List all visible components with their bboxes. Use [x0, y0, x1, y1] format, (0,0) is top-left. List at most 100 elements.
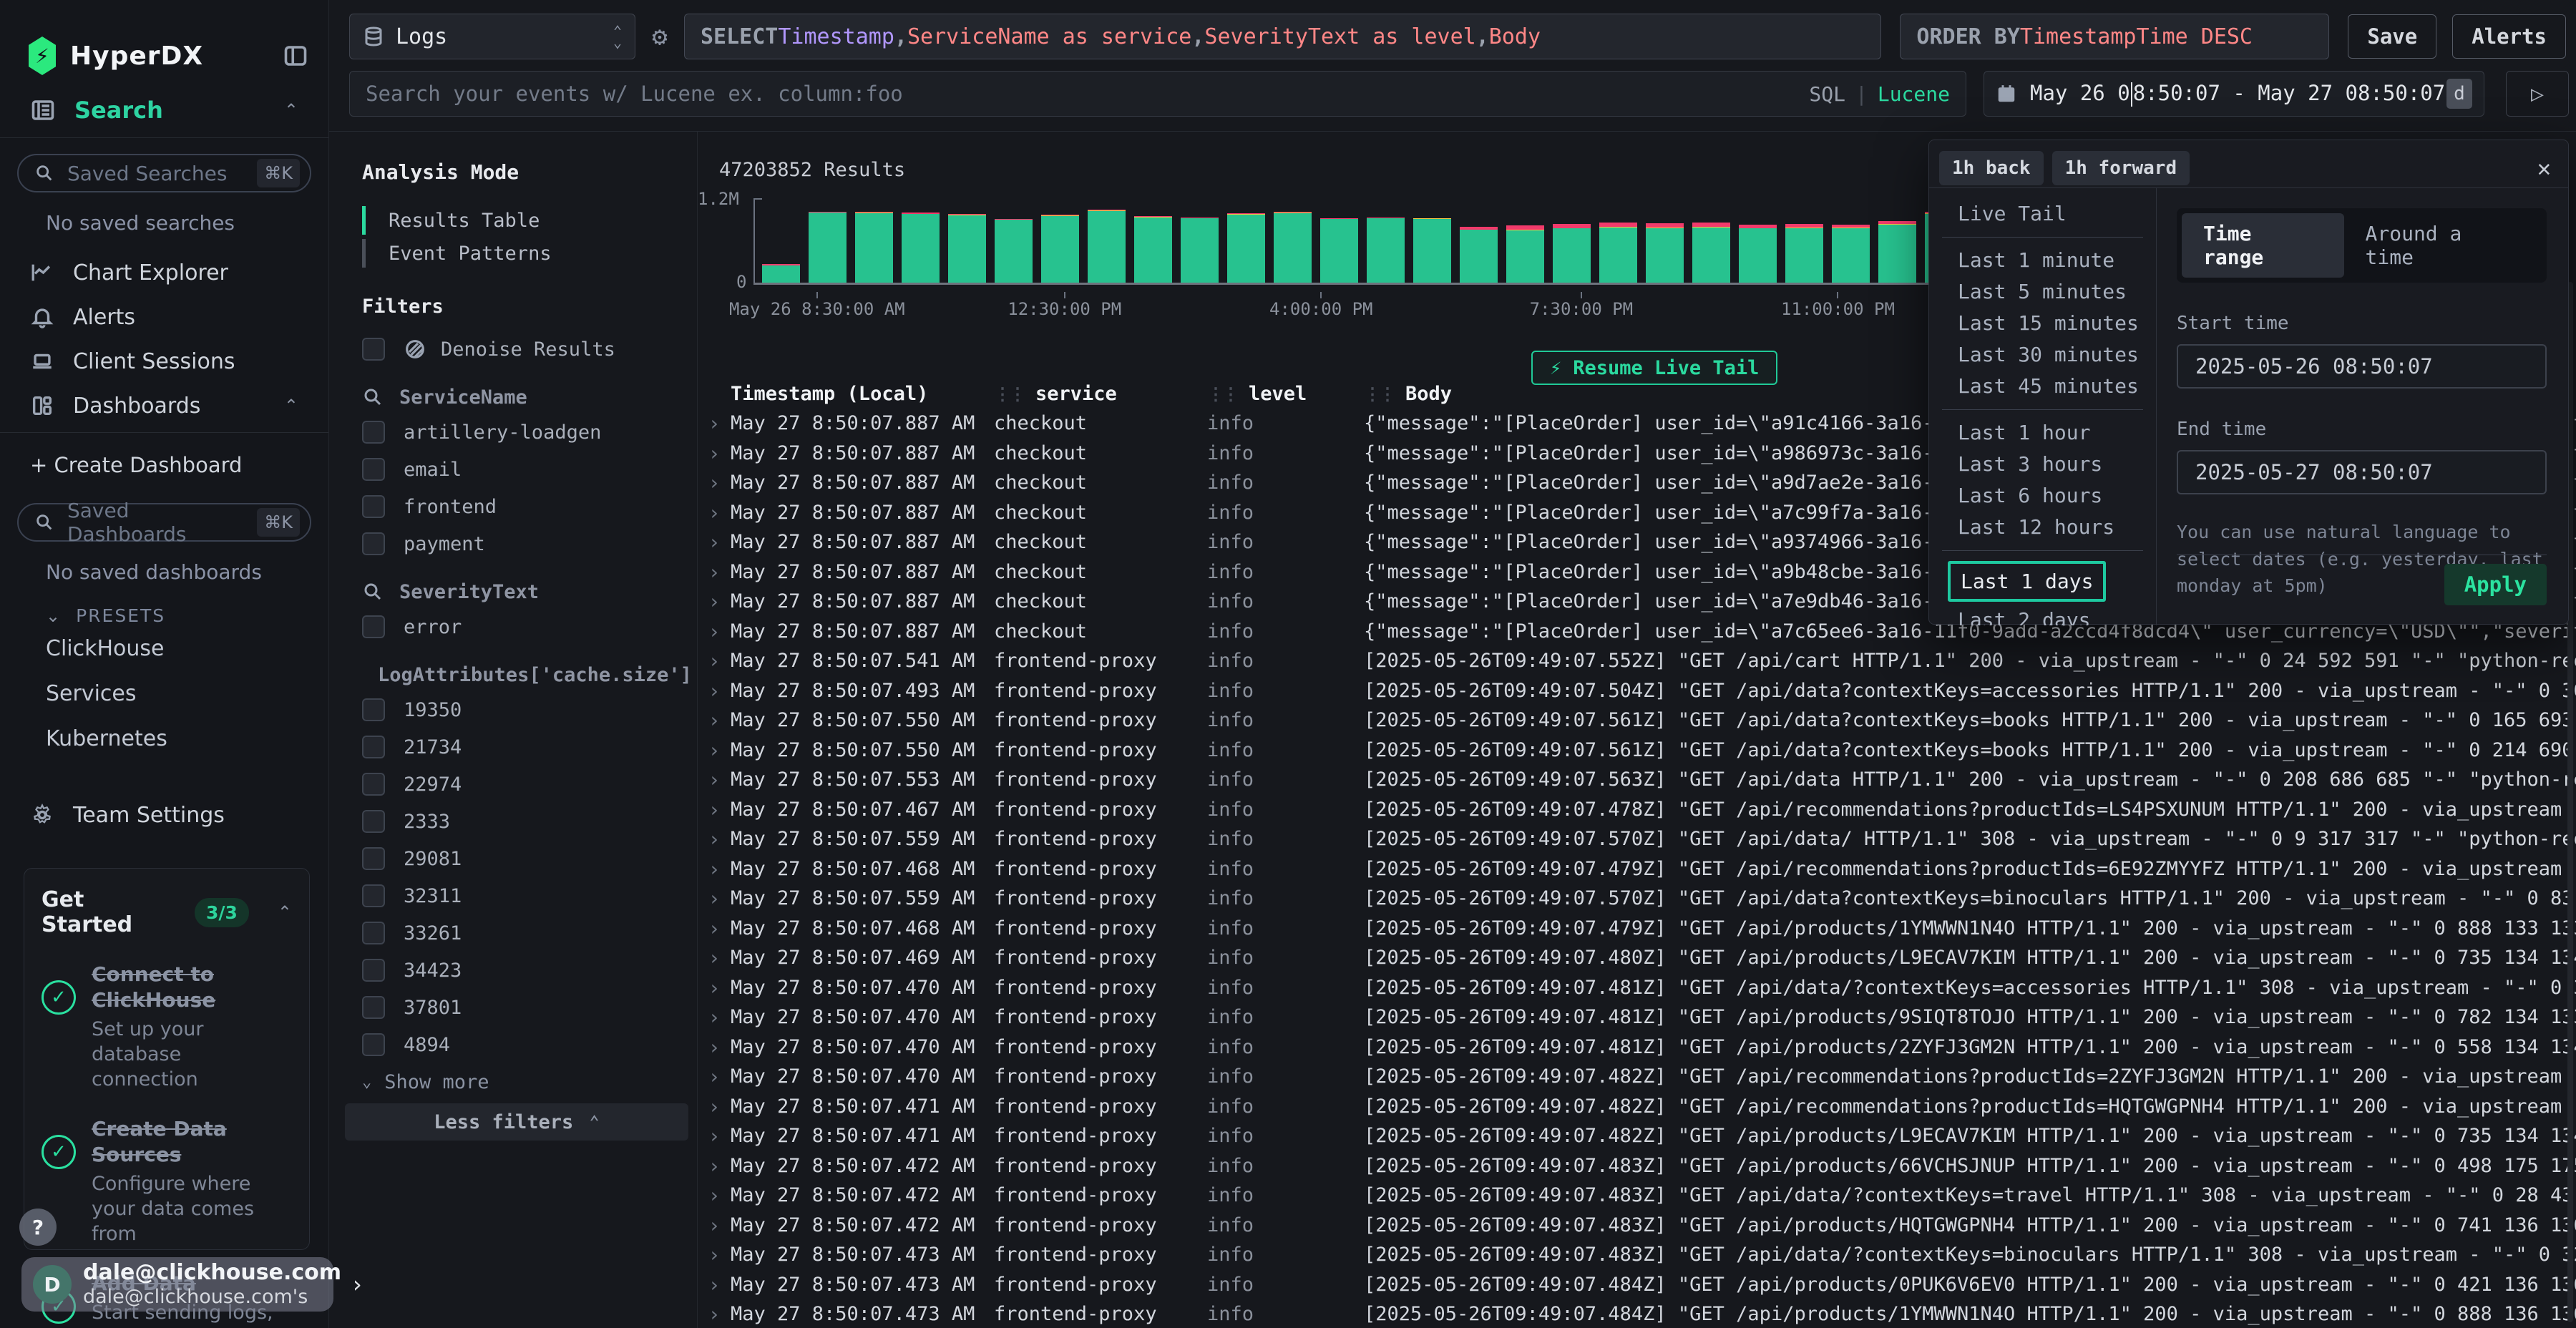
table-row[interactable]: ›May 27 8:50:07.493 AMfrontend-proxyinfo…	[698, 676, 2576, 706]
presets-toggle[interactable]: ⌄ PRESETS	[0, 584, 328, 626]
checkbox[interactable]	[362, 338, 385, 361]
start-time-input[interactable]: 2025-05-26 08:50:07	[2177, 344, 2547, 389]
row-expand-chevron-icon[interactable]: ›	[698, 1302, 731, 1326]
histogram-bar[interactable]	[1181, 218, 1219, 283]
filter-option[interactable]: frontend	[362, 492, 683, 521]
saved-searches-input[interactable]: Saved Searches ⌘K	[17, 154, 311, 192]
saved-dashboards-input[interactable]: Saved Dashboards ⌘K	[17, 503, 311, 542]
histogram-bar[interactable]	[809, 212, 847, 283]
filter-option[interactable]: 33261	[362, 919, 683, 947]
quick-range-live-tail[interactable]: Live Tail	[1929, 198, 2156, 230]
row-expand-chevron-icon[interactable]: ›	[698, 857, 731, 881]
sidebar-item-team-settings[interactable]: Team Settings	[0, 793, 328, 837]
sidebar-item-alerts[interactable]: Alerts	[0, 295, 328, 339]
table-row[interactable]: ›May 27 8:50:07.469 AMfrontend-proxyinfo…	[698, 943, 2576, 973]
row-expand-chevron-icon[interactable]: ›	[698, 530, 731, 554]
col-header-level[interactable]: ⋮⋮level	[1207, 383, 1364, 405]
search-input[interactable]: Search your events w/ Lucene ex. column:…	[349, 71, 1966, 117]
sidebar-item-chart-explorer[interactable]: Chart Explorer	[0, 250, 328, 295]
histogram-bar[interactable]	[1134, 216, 1172, 283]
table-row[interactable]: ›May 27 8:50:07.473 AMfrontend-proxyinfo…	[698, 1240, 2576, 1270]
sql-orderby-input[interactable]: ORDER BY TimestampTime DESC	[1900, 14, 2329, 59]
filter-option[interactable]: email	[362, 455, 683, 484]
checkbox[interactable]	[362, 959, 385, 982]
row-expand-chevron-icon[interactable]: ›	[698, 976, 731, 1000]
source-select[interactable]: Logs ⌃⌄	[349, 14, 635, 59]
row-expand-chevron-icon[interactable]: ›	[698, 1154, 731, 1178]
source-settings-gear-icon[interactable]: ⚙	[640, 22, 680, 52]
histogram-bar[interactable]	[995, 219, 1033, 283]
checkbox[interactable]	[362, 698, 385, 721]
table-row[interactable]: ›May 27 8:50:07.472 AMfrontend-proxyinfo…	[698, 1151, 2576, 1181]
histogram-bar[interactable]	[1599, 223, 1637, 283]
checkbox[interactable]	[362, 922, 385, 944]
row-expand-chevron-icon[interactable]: ›	[698, 768, 731, 791]
checkbox[interactable]	[362, 458, 385, 481]
table-row[interactable]: ›May 27 8:50:07.467 AMfrontend-proxyinfo…	[698, 795, 2576, 825]
checkbox[interactable]	[362, 810, 385, 833]
histogram-bar[interactable]	[1506, 225, 1544, 283]
filter-option[interactable]: 21734	[362, 733, 683, 761]
table-row[interactable]: ›May 27 8:50:07.550 AMfrontend-proxyinfo…	[698, 706, 2576, 736]
analysis-mode-event-patterns[interactable]: Event Patterns	[362, 237, 683, 270]
row-expand-chevron-icon[interactable]: ›	[698, 1214, 731, 1237]
user-menu[interactable]: D dale@clickhouse.com dale@clickhouse.co…	[21, 1257, 333, 1312]
histogram-bar[interactable]	[1739, 225, 1777, 283]
histogram-bar[interactable]	[1227, 213, 1265, 283]
table-row[interactable]: ›May 27 8:50:07.471 AMfrontend-proxyinfo…	[698, 1121, 2576, 1151]
histogram-bar[interactable]	[948, 214, 986, 283]
table-row[interactable]: ›May 27 8:50:07.470 AMfrontend-proxyinfo…	[698, 1062, 2576, 1092]
tab-time-range[interactable]: Time range	[2182, 213, 2344, 278]
lucene-mode-toggle[interactable]: Lucene	[1878, 82, 1950, 106]
quick-range-last-1-minute[interactable]: Last 1 minute	[1929, 245, 2156, 276]
filter-option[interactable]: 19350	[362, 695, 683, 724]
histogram-bar[interactable]	[1553, 224, 1591, 283]
apply-button[interactable]: Apply	[2444, 564, 2547, 605]
histogram-bar[interactable]	[1785, 224, 1823, 283]
row-expand-chevron-icon[interactable]: ›	[698, 946, 731, 970]
checkbox[interactable]	[362, 736, 385, 758]
row-expand-chevron-icon[interactable]: ›	[698, 679, 731, 703]
row-expand-chevron-icon[interactable]: ›	[698, 1095, 731, 1118]
denoise-results-checkbox-row[interactable]: Denoise Results	[362, 335, 683, 363]
chevron-up-icon[interactable]: ⌃	[284, 100, 298, 120]
table-row[interactable]: ›May 27 8:50:07.470 AMfrontend-proxyinfo…	[698, 1032, 2576, 1063]
back-1h-button[interactable]: 1h back	[1939, 151, 2044, 185]
filter-option[interactable]: 37801	[362, 993, 683, 1022]
save-button[interactable]: Save	[2348, 14, 2436, 59]
row-expand-chevron-icon[interactable]: ›	[698, 649, 731, 673]
histogram-bar[interactable]	[855, 212, 893, 283]
row-expand-chevron-icon[interactable]: ›	[698, 590, 731, 613]
sidebar-preset-clickhouse[interactable]: ClickHouse	[0, 626, 328, 671]
quick-range-last-3-hours[interactable]: Last 3 hours	[1929, 449, 2156, 480]
checkbox[interactable]	[362, 532, 385, 555]
table-row[interactable]: ›May 27 8:50:07.473 AMfrontend-proxyinfo…	[698, 1299, 2576, 1328]
checkbox[interactable]	[362, 421, 385, 444]
checkbox[interactable]	[362, 884, 385, 907]
histogram-bar[interactable]	[1832, 225, 1870, 283]
row-expand-chevron-icon[interactable]: ›	[698, 798, 731, 821]
table-row[interactable]: ›May 27 8:50:07.559 AMfrontend-proxyinfo…	[698, 884, 2576, 914]
table-row[interactable]: ›May 27 8:50:07.550 AMfrontend-proxyinfo…	[698, 736, 2576, 766]
alerts-button[interactable]: Alerts	[2452, 14, 2566, 59]
chevron-up-icon[interactable]: ⌃	[278, 902, 292, 922]
filter-option[interactable]: 32311	[362, 882, 683, 910]
quick-range-last-12-hours[interactable]: Last 12 hours	[1929, 512, 2156, 543]
checkbox[interactable]	[362, 847, 385, 870]
quick-range-last-1-hour[interactable]: Last 1 hour	[1929, 417, 2156, 449]
filter-option[interactable]: error	[362, 612, 683, 641]
table-row[interactable]: ›May 27 8:50:07.471 AMfrontend-proxyinfo…	[698, 1092, 2576, 1122]
table-row[interactable]: ›May 27 8:50:07.473 AMfrontend-proxyinfo…	[698, 1270, 2576, 1300]
histogram-bar[interactable]	[1460, 227, 1498, 283]
quick-range-last-2-days[interactable]: Last 2 days	[1929, 605, 2156, 625]
table-row[interactable]: ›May 27 8:50:07.470 AMfrontend-proxyinfo…	[698, 973, 2576, 1003]
quick-range-last-6-hours[interactable]: Last 6 hours	[1929, 480, 2156, 512]
quick-range-last-45-minutes[interactable]: Last 45 minutes	[1929, 371, 2156, 402]
row-expand-chevron-icon[interactable]: ›	[698, 560, 731, 584]
table-row[interactable]: ›May 27 8:50:07.559 AMfrontend-proxyinfo…	[698, 824, 2576, 854]
table-row[interactable]: ›May 27 8:50:07.468 AMfrontend-proxyinfo…	[698, 854, 2576, 884]
checkbox[interactable]	[362, 615, 385, 638]
row-expand-chevron-icon[interactable]: ›	[698, 1273, 731, 1297]
less-filters-button[interactable]: Less filters⌃	[345, 1103, 688, 1141]
end-time-input[interactable]: 2025-05-27 08:50:07	[2177, 450, 2547, 494]
